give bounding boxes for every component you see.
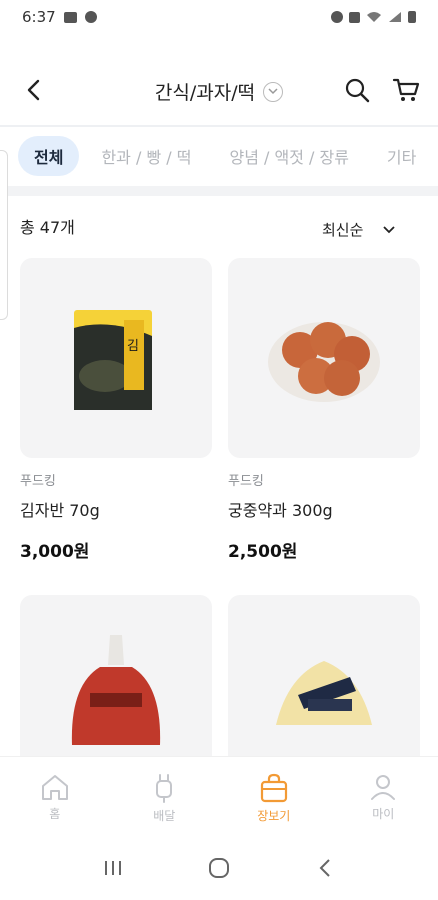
page-title: 간식/과자/떡 xyxy=(154,82,256,104)
product-price: 2,500원 xyxy=(228,542,298,562)
search-button[interactable] xyxy=(340,73,374,107)
back-system-button[interactable] xyxy=(305,848,345,888)
system-navigation-bar xyxy=(0,836,438,900)
product-name: 궁중약과 300g xyxy=(228,501,333,520)
nav-shopping-label: 장보기 xyxy=(257,809,291,823)
home-system-button[interactable] xyxy=(199,848,239,888)
delivery-icon xyxy=(156,774,173,803)
section-divider xyxy=(0,186,438,196)
product-brand: 푸드킹 xyxy=(20,474,56,489)
recent-apps-icon xyxy=(105,861,121,875)
recent-apps-button[interactable] xyxy=(93,848,133,888)
sort-label: 최신순 xyxy=(322,221,364,239)
gallery-icon xyxy=(63,11,77,23)
home-icon xyxy=(41,775,68,800)
tabs-top-divider xyxy=(0,125,438,127)
tab-seasoning-sauce[interactable]: 양념 / 액젓 / 장류 xyxy=(213,136,364,176)
mute-icon xyxy=(349,11,360,23)
product-card[interactable]: 푸드킹 궁중약과 300g 2,500원 xyxy=(228,258,420,562)
wifi-icon xyxy=(367,12,381,22)
chat-icon xyxy=(84,11,97,23)
battery-icon xyxy=(408,11,416,23)
app-header: 간식/과자/떡 xyxy=(0,60,438,122)
alarm-icon xyxy=(331,11,343,23)
tab-etc[interactable]: 기타 xyxy=(371,136,432,176)
shopping-bag-icon xyxy=(260,773,287,803)
product-price: 3,000원 xyxy=(20,542,90,562)
status-bar: 6:37 xyxy=(0,0,438,34)
status-time: 6:37 xyxy=(22,8,56,26)
category-tabs: 전체 한과 / 빵 / 떡 양념 / 액젓 / 장류 기타 xyxy=(0,128,438,184)
chevron-down-icon[interactable] xyxy=(263,81,284,102)
product-name: 김자반 70g xyxy=(20,501,100,520)
nav-shopping[interactable]: 장보기 xyxy=(219,757,329,834)
svg-text:김: 김 xyxy=(127,339,139,354)
sort-dropdown[interactable]: 최신순 xyxy=(322,219,396,240)
cart-button[interactable] xyxy=(388,73,424,107)
nav-home[interactable]: 홈 xyxy=(0,757,110,834)
tab-all[interactable]: 전체 xyxy=(18,136,80,176)
cart-icon xyxy=(392,78,420,101)
nav-my-label: 마이 xyxy=(372,807,395,821)
back-arrow-icon xyxy=(319,859,330,877)
product-image xyxy=(228,258,420,458)
product-image: 김 xyxy=(20,258,212,458)
nav-delivery[interactable]: 배달 xyxy=(110,757,220,834)
result-count: 총 47개 xyxy=(20,218,75,237)
product-brand: 푸드킹 xyxy=(228,474,264,489)
nav-my[interactable]: 마이 xyxy=(329,757,438,834)
tab-hangwa-bread-tteok[interactable]: 한과 / 빵 / 떡 xyxy=(85,136,207,176)
search-icon xyxy=(345,78,370,103)
chevron-down-icon xyxy=(383,225,396,233)
bottom-navigation: 홈 배달 장보기 마이 xyxy=(0,756,438,834)
home-circle-icon xyxy=(209,858,229,878)
signal-icon xyxy=(389,12,401,22)
person-icon xyxy=(371,775,396,800)
nav-home-label: 홈 xyxy=(49,807,61,821)
nav-delivery-label: 배달 xyxy=(153,809,176,823)
side-drawer-handle[interactable] xyxy=(0,150,8,320)
product-card[interactable]: 김 푸드킹 김자반 70g 3,000원 xyxy=(20,258,212,562)
